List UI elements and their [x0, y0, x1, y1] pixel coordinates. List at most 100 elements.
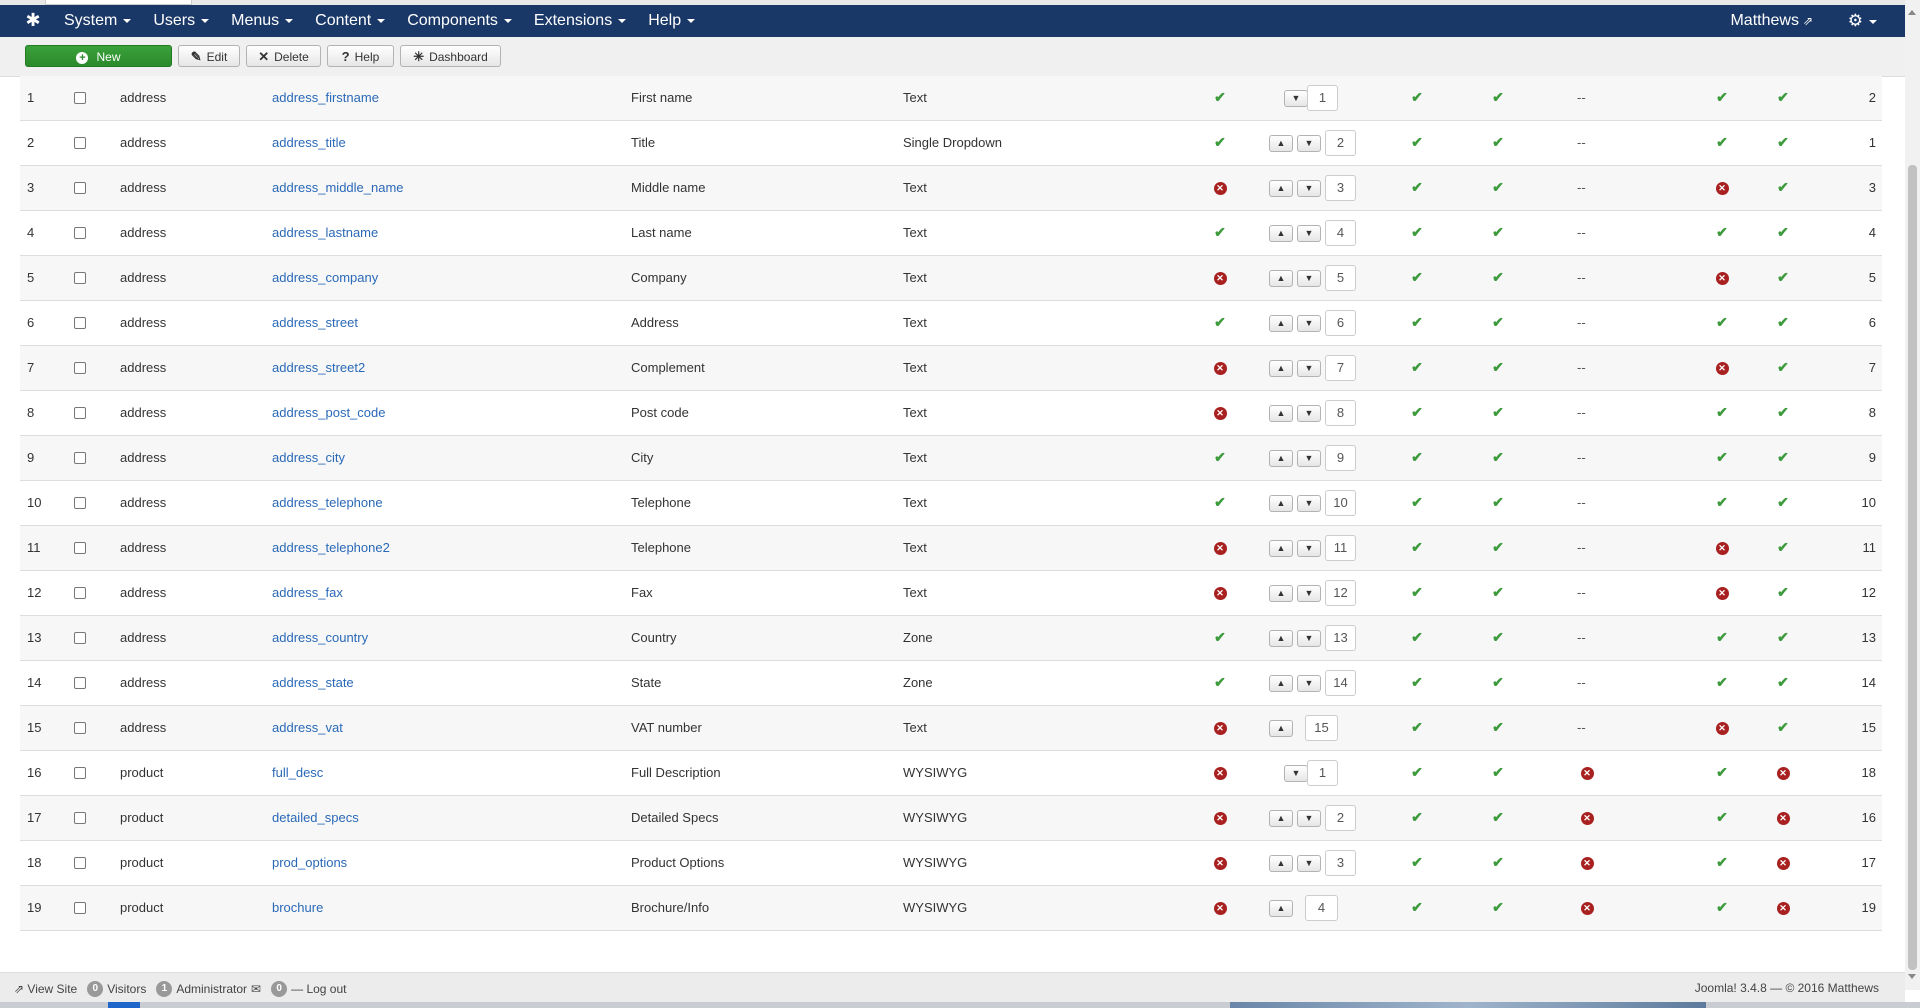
- move-down-button[interactable]: ▼: [1297, 585, 1321, 602]
- col4-status[interactable]: ✔: [1776, 585, 1790, 599]
- col2-status[interactable]: ✔: [1491, 810, 1505, 824]
- col3-status[interactable]: ✕: [1715, 180, 1729, 195]
- move-up-button[interactable]: ▲: [1269, 225, 1293, 242]
- col2-status[interactable]: ✔: [1491, 90, 1505, 104]
- move-up-button[interactable]: ▲: [1269, 270, 1293, 287]
- col3-status[interactable]: ✔: [1715, 765, 1729, 779]
- col1-status[interactable]: ✔: [1410, 855, 1424, 869]
- scroll-up-icon[interactable]: [1908, 10, 1916, 15]
- field-name-link[interactable]: address_country: [272, 630, 368, 645]
- ordering-input[interactable]: 4: [1325, 220, 1356, 246]
- required-status[interactable]: ✔: [1213, 450, 1227, 464]
- col3-status[interactable]: ✔: [1715, 450, 1729, 464]
- col1-status[interactable]: ✔: [1410, 315, 1424, 329]
- col1-status[interactable]: ✔: [1410, 900, 1424, 914]
- move-down-button[interactable]: ▼: [1297, 135, 1321, 152]
- move-up-button[interactable]: ▲: [1269, 405, 1293, 422]
- col4-status[interactable]: ✕: [1776, 810, 1790, 825]
- col2-status[interactable]: ✔: [1491, 720, 1505, 734]
- move-up-button[interactable]: ▲: [1269, 900, 1293, 917]
- ordering-input[interactable]: 8: [1325, 400, 1356, 426]
- move-down-button[interactable]: ▼: [1297, 180, 1321, 197]
- move-down-button[interactable]: ▼: [1297, 540, 1321, 557]
- joomla-logo-icon[interactable]: ✱: [22, 11, 44, 31]
- dashboard-button[interactable]: ✳ Dashboard: [400, 45, 501, 67]
- col4-status[interactable]: ✔: [1776, 540, 1790, 554]
- field-name-link[interactable]: address_post_code: [272, 405, 385, 420]
- move-up-button[interactable]: ▲: [1269, 855, 1293, 872]
- col1-status[interactable]: ✔: [1410, 360, 1424, 374]
- col4-status[interactable]: ✔: [1776, 135, 1790, 149]
- required-status[interactable]: ✕: [1213, 540, 1227, 555]
- required-status[interactable]: ✔: [1213, 675, 1227, 689]
- row-checkbox[interactable]: [74, 452, 86, 464]
- view-site-link[interactable]: ⇗ View Site: [14, 982, 77, 996]
- col2-status[interactable]: ✔: [1491, 540, 1505, 554]
- required-status[interactable]: ✔: [1213, 135, 1227, 149]
- move-down-button[interactable]: ▼: [1284, 90, 1308, 107]
- col1-status[interactable]: ✔: [1410, 180, 1424, 194]
- col2-status[interactable]: ✔: [1491, 855, 1505, 869]
- move-down-button[interactable]: ▼: [1297, 675, 1321, 692]
- move-down-button[interactable]: ▼: [1297, 495, 1321, 512]
- col1-status[interactable]: ✔: [1410, 405, 1424, 419]
- col4-status[interactable]: ✔: [1776, 720, 1790, 734]
- col2-status[interactable]: ✔: [1491, 270, 1505, 284]
- row-checkbox[interactable]: [74, 362, 86, 374]
- display-status[interactable]: ✕: [1580, 900, 1594, 915]
- field-name-link[interactable]: address_street2: [272, 360, 365, 375]
- move-down-button[interactable]: ▼: [1297, 270, 1321, 287]
- ordering-input[interactable]: 14: [1325, 670, 1356, 696]
- field-name-link[interactable]: address_street: [272, 315, 358, 330]
- required-status[interactable]: ✕: [1213, 585, 1227, 600]
- move-down-button[interactable]: ▼: [1297, 225, 1321, 242]
- field-name-link[interactable]: full_desc: [272, 765, 323, 780]
- col3-status[interactable]: ✔: [1715, 495, 1729, 509]
- ordering-input[interactable]: 12: [1325, 580, 1356, 606]
- col4-status[interactable]: ✔: [1776, 315, 1790, 329]
- required-status[interactable]: ✕: [1213, 180, 1227, 195]
- col1-status[interactable]: ✔: [1410, 630, 1424, 644]
- col1-status[interactable]: ✔: [1410, 225, 1424, 239]
- col1-status[interactable]: ✔: [1410, 450, 1424, 464]
- ordering-input[interactable]: 4: [1305, 895, 1338, 921]
- field-name-link[interactable]: address_lastname: [272, 225, 378, 240]
- menu-users[interactable]: Users: [153, 5, 219, 37]
- required-status[interactable]: ✕: [1213, 855, 1227, 870]
- col3-status[interactable]: ✔: [1715, 90, 1729, 104]
- col2-status[interactable]: ✔: [1491, 180, 1505, 194]
- col3-status[interactable]: ✔: [1715, 315, 1729, 329]
- move-up-button[interactable]: ▲: [1269, 495, 1293, 512]
- col1-status[interactable]: ✔: [1410, 135, 1424, 149]
- row-checkbox[interactable]: [74, 92, 86, 104]
- ordering-input[interactable]: 5: [1325, 265, 1356, 291]
- row-checkbox[interactable]: [74, 677, 86, 689]
- col4-status[interactable]: ✔: [1776, 90, 1790, 104]
- col4-status[interactable]: ✔: [1776, 225, 1790, 239]
- col2-status[interactable]: ✔: [1491, 135, 1505, 149]
- col1-status[interactable]: ✔: [1410, 495, 1424, 509]
- row-checkbox[interactable]: [74, 587, 86, 599]
- col3-status[interactable]: ✕: [1715, 270, 1729, 285]
- required-status[interactable]: ✕: [1213, 765, 1227, 780]
- ordering-input[interactable]: 9: [1325, 445, 1356, 471]
- logout-link[interactable]: — Log out: [291, 982, 346, 996]
- field-name-link[interactable]: address_telephone2: [272, 540, 390, 555]
- col3-status[interactable]: ✕: [1715, 585, 1729, 600]
- move-up-button[interactable]: ▲: [1269, 585, 1293, 602]
- required-status[interactable]: ✔: [1213, 630, 1227, 644]
- help-button[interactable]: ? Help: [327, 45, 394, 67]
- col4-status[interactable]: ✔: [1776, 675, 1790, 689]
- field-name-link[interactable]: address_firstname: [272, 90, 379, 105]
- menu-system[interactable]: System: [64, 5, 141, 37]
- required-status[interactable]: ✕: [1213, 720, 1227, 735]
- col1-status[interactable]: ✔: [1410, 675, 1424, 689]
- ordering-input[interactable]: 13: [1325, 625, 1356, 651]
- row-checkbox[interactable]: [74, 272, 86, 284]
- row-checkbox[interactable]: [74, 542, 86, 554]
- move-up-button[interactable]: ▲: [1269, 720, 1293, 737]
- col3-status[interactable]: ✔: [1715, 855, 1729, 869]
- field-name-link[interactable]: detailed_specs: [272, 810, 359, 825]
- col3-status[interactable]: ✔: [1715, 900, 1729, 914]
- field-name-link[interactable]: address_city: [272, 450, 345, 465]
